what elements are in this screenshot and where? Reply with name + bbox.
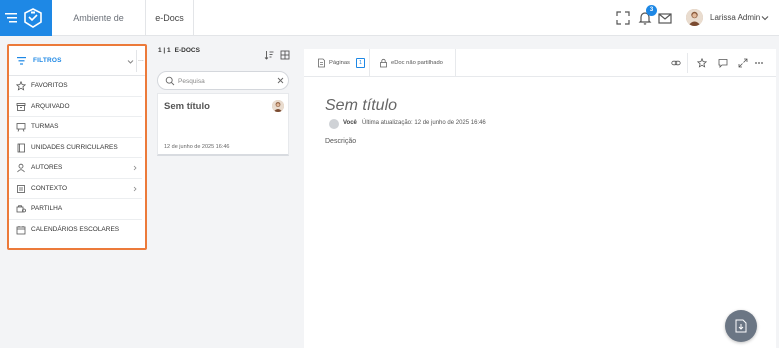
star-icon: [16, 81, 26, 91]
context-icon: [17, 184, 25, 193]
filter-item-autores[interactable]: AUTORES: [9, 158, 142, 179]
user-photo-icon: [686, 9, 703, 26]
chevron-right-icon: [133, 186, 137, 191]
divider: [687, 53, 688, 73]
doc-card-date: 12 de junho de 2025 16:46: [164, 144, 230, 150]
person-icon: [17, 163, 25, 173]
notifications-badge: 3: [646, 5, 657, 16]
pages-count: 1: [356, 58, 365, 68]
filter-item-unidades-curriculares[interactable]: UNIDADES CURRICULARES: [9, 138, 142, 158]
hamburger-menu-icon[interactable]: [5, 11, 19, 25]
clear-search-icon[interactable]: [276, 76, 285, 85]
user-name[interactable]: Larissa Admin: [710, 0, 760, 36]
filters-panel: FILTROS ... FAVORITOS ARQUIVADO TURMAS U…: [9, 46, 145, 248]
tab-ambiente-de-trabalho[interactable]: Ambiente de trabalho: [52, 0, 146, 59]
author-name: Você: [343, 120, 357, 126]
class-board-icon: [16, 123, 26, 132]
share-icon: [16, 205, 26, 213]
last-update: Última atualização: 12 de junho de 2025 …: [362, 120, 486, 126]
more-options-icon[interactable]: [754, 58, 764, 68]
filter-item-turmas[interactable]: TURMAS: [9, 117, 142, 138]
doc-card[interactable]: Sem título 12 de junho de 2025 16:46: [157, 93, 289, 156]
docs-count-label: E-DOCS: [174, 47, 200, 54]
docs-count: 1 | 1 E-DOCS: [158, 47, 200, 54]
chevron-down-icon[interactable]: [127, 58, 134, 65]
pages-label: Páginas: [329, 60, 350, 66]
chevron-down-icon[interactable]: [760, 13, 770, 23]
filter-item-label: FAVORITOS: [31, 82, 68, 89]
download-file-icon: [735, 319, 747, 333]
search-input[interactable]: [178, 74, 272, 88]
filters-header[interactable]: FILTROS ...: [9, 46, 145, 76]
star-icon[interactable]: [697, 58, 707, 68]
filter-item-label: UNIDADES CURRICULARES: [31, 143, 118, 151]
book-icon: [17, 143, 25, 152]
filter-item-partilha[interactable]: PARTILHA: [9, 199, 142, 220]
filter-item-contexto[interactable]: CONTEXTO: [9, 179, 142, 199]
search-icon: [165, 76, 175, 86]
comment-icon[interactable]: [718, 58, 728, 68]
grid-view-icon[interactable]: [280, 50, 290, 60]
search-box: [157, 71, 289, 90]
chevron-right-icon: [133, 165, 137, 171]
link-icon[interactable]: [671, 58, 681, 68]
editor-toolbar: Páginas 1 eDoc não partilhado: [304, 49, 776, 77]
pages-button[interactable]: Páginas 1: [314, 49, 370, 77]
filter-item-label: AUTORES: [31, 164, 63, 171]
sort-icon[interactable]: [264, 50, 274, 60]
document-title[interactable]: Sem título: [325, 97, 397, 115]
author-photo-icon: [272, 100, 284, 112]
filter-item-label: TURMAS: [31, 123, 59, 130]
page-icon: [318, 58, 325, 68]
editor-pane: Páginas 1 eDoc não partilhado Sem título…: [304, 49, 776, 348]
docs-count-value: 1 | 1: [158, 47, 171, 54]
filter-icon: [17, 57, 26, 65]
filters-title: FILTROS: [33, 57, 62, 64]
more-options-button[interactable]: ...: [138, 46, 144, 74]
filter-item-arquivado[interactable]: ARQUIVADO: [9, 97, 142, 117]
tab-e-docs[interactable]: e-Docs: [146, 0, 194, 36]
mail-icon[interactable]: [657, 10, 673, 26]
filter-item-label: ARQUIVADO: [31, 102, 70, 110]
share-status-label: eDoc não partilhado: [391, 60, 443, 66]
filter-item-label: CALENDÁRIOS ESCOLARES: [31, 225, 120, 233]
archive-icon: [16, 102, 26, 111]
brand-area: [0, 0, 52, 36]
user-avatar[interactable]: [686, 9, 703, 26]
filter-item-calendarios-escolares[interactable]: CALENDÁRIOS ESCOLARES: [9, 220, 142, 241]
filter-item-favoritos[interactable]: FAVORITOS: [9, 76, 142, 97]
share-status-button[interactable]: eDoc não partilhado: [376, 49, 456, 77]
document-description[interactable]: Descrição: [325, 138, 356, 145]
top-bar: Ambiente de trabalho e-Docs 3 Larissa Ad…: [0, 0, 779, 59]
author-avatar: [329, 119, 339, 129]
app-logo-icon[interactable]: [24, 8, 42, 28]
filter-item-label: CONTEXTO: [31, 184, 67, 192]
export-document-button[interactable]: [725, 310, 757, 342]
doc-card-title: Sem título: [164, 101, 210, 112]
lock-icon: [380, 58, 387, 68]
divider: [136, 50, 137, 72]
doc-card-avatar: [272, 100, 284, 112]
filter-item-label: PARTILHA: [31, 205, 63, 212]
calendar-icon: [16, 225, 26, 234]
fullscreen-icon[interactable]: [615, 10, 631, 26]
expand-icon[interactable]: [738, 58, 748, 68]
